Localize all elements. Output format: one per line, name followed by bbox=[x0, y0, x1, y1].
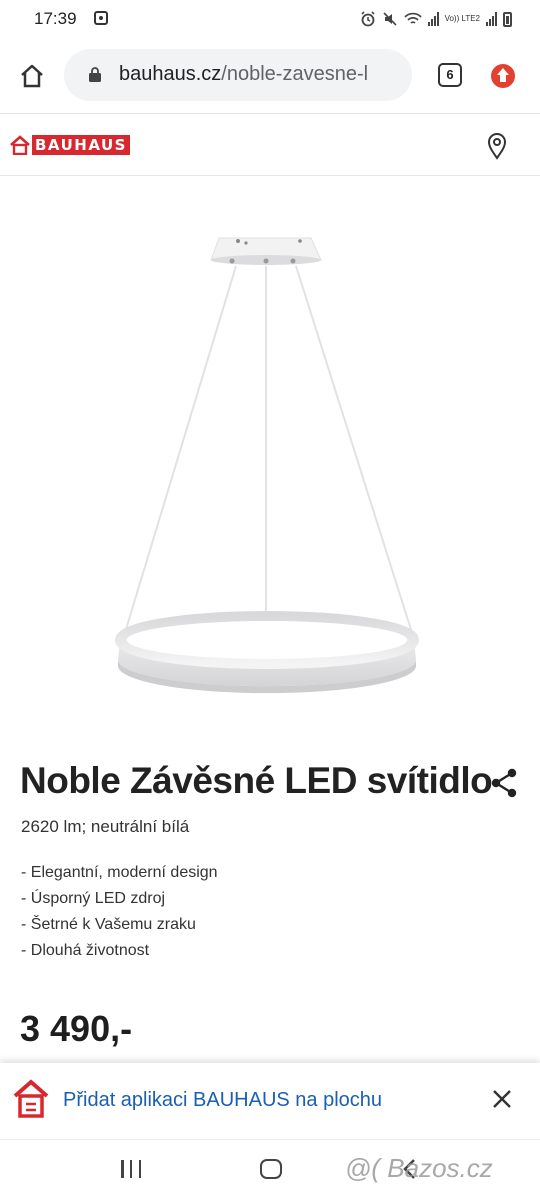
alarm-icon bbox=[361, 11, 375, 27]
url-path: /noble-zavesne-l bbox=[221, 63, 369, 85]
status-time: 17:39 bbox=[34, 9, 77, 28]
recent-apps-icon[interactable] bbox=[121, 1160, 141, 1178]
share-icon[interactable] bbox=[490, 768, 518, 798]
browser-toolbar: bauhaus.cz/noble-zavesne-l 6 bbox=[0, 38, 540, 114]
watermark: @( Bazos.cz bbox=[345, 1153, 493, 1183]
bauhaus-logo[interactable]: BAUHAUS bbox=[10, 134, 130, 156]
battery-icon bbox=[503, 11, 512, 27]
system-nav-bar: @( Bazos.cz bbox=[0, 1139, 540, 1200]
update-icon[interactable] bbox=[491, 64, 515, 88]
product-price: 3 490,- bbox=[20, 1008, 133, 1049]
product-image[interactable] bbox=[0, 176, 540, 736]
product-title: Noble Závěsné LED svítidlo bbox=[20, 760, 493, 801]
tab-switcher-button[interactable]: 6 bbox=[438, 63, 462, 87]
network-label: Vo)) LTE2 bbox=[444, 14, 480, 23]
status-bar: 17:39 Vo)) LTE2 bbox=[0, 0, 540, 38]
url-domain: bauhaus.cz bbox=[119, 63, 222, 85]
signal-2-icon bbox=[486, 12, 497, 26]
feature-item: Elegantní, moderní design bbox=[21, 860, 218, 886]
feature-item: Dlouhá životnost bbox=[21, 938, 218, 964]
home-icon[interactable] bbox=[18, 62, 46, 90]
logo-text: BAUHAUS bbox=[32, 135, 130, 155]
signal-1-icon bbox=[427, 12, 439, 26]
logo-house-icon bbox=[10, 135, 30, 155]
lock-icon bbox=[89, 67, 101, 82]
close-icon[interactable] bbox=[490, 1087, 514, 1111]
home-nav-icon[interactable] bbox=[260, 1159, 282, 1179]
product-subtitle: 2620 lm; neutrální bílá bbox=[21, 817, 190, 836]
site-header: BAUHAUS bbox=[0, 114, 540, 176]
wifi-icon bbox=[403, 12, 422, 24]
feature-list: Elegantní, moderní design Úsporný LED zd… bbox=[21, 860, 218, 964]
install-app-link[interactable]: Přidat aplikaci BAUHAUS na plochu bbox=[63, 1089, 382, 1112]
url-text[interactable]: bauhaus.cz/noble-zavesne-l bbox=[119, 63, 405, 86]
mute-icon bbox=[383, 12, 397, 26]
store-location-icon[interactable] bbox=[486, 132, 508, 160]
feature-item: Šetrné k Vašemu zraku bbox=[21, 912, 218, 938]
install-app-banner[interactable]: Přidat aplikaci BAUHAUS na plochu bbox=[0, 1063, 540, 1139]
notification-icon bbox=[94, 11, 108, 25]
bauhaus-house-icon bbox=[13, 1079, 49, 1118]
feature-item: Úsporný LED zdroj bbox=[21, 886, 218, 912]
address-bar[interactable]: bauhaus.cz/noble-zavesne-l bbox=[64, 49, 412, 101]
status-icons: Vo)) LTE2 bbox=[360, 9, 512, 29]
